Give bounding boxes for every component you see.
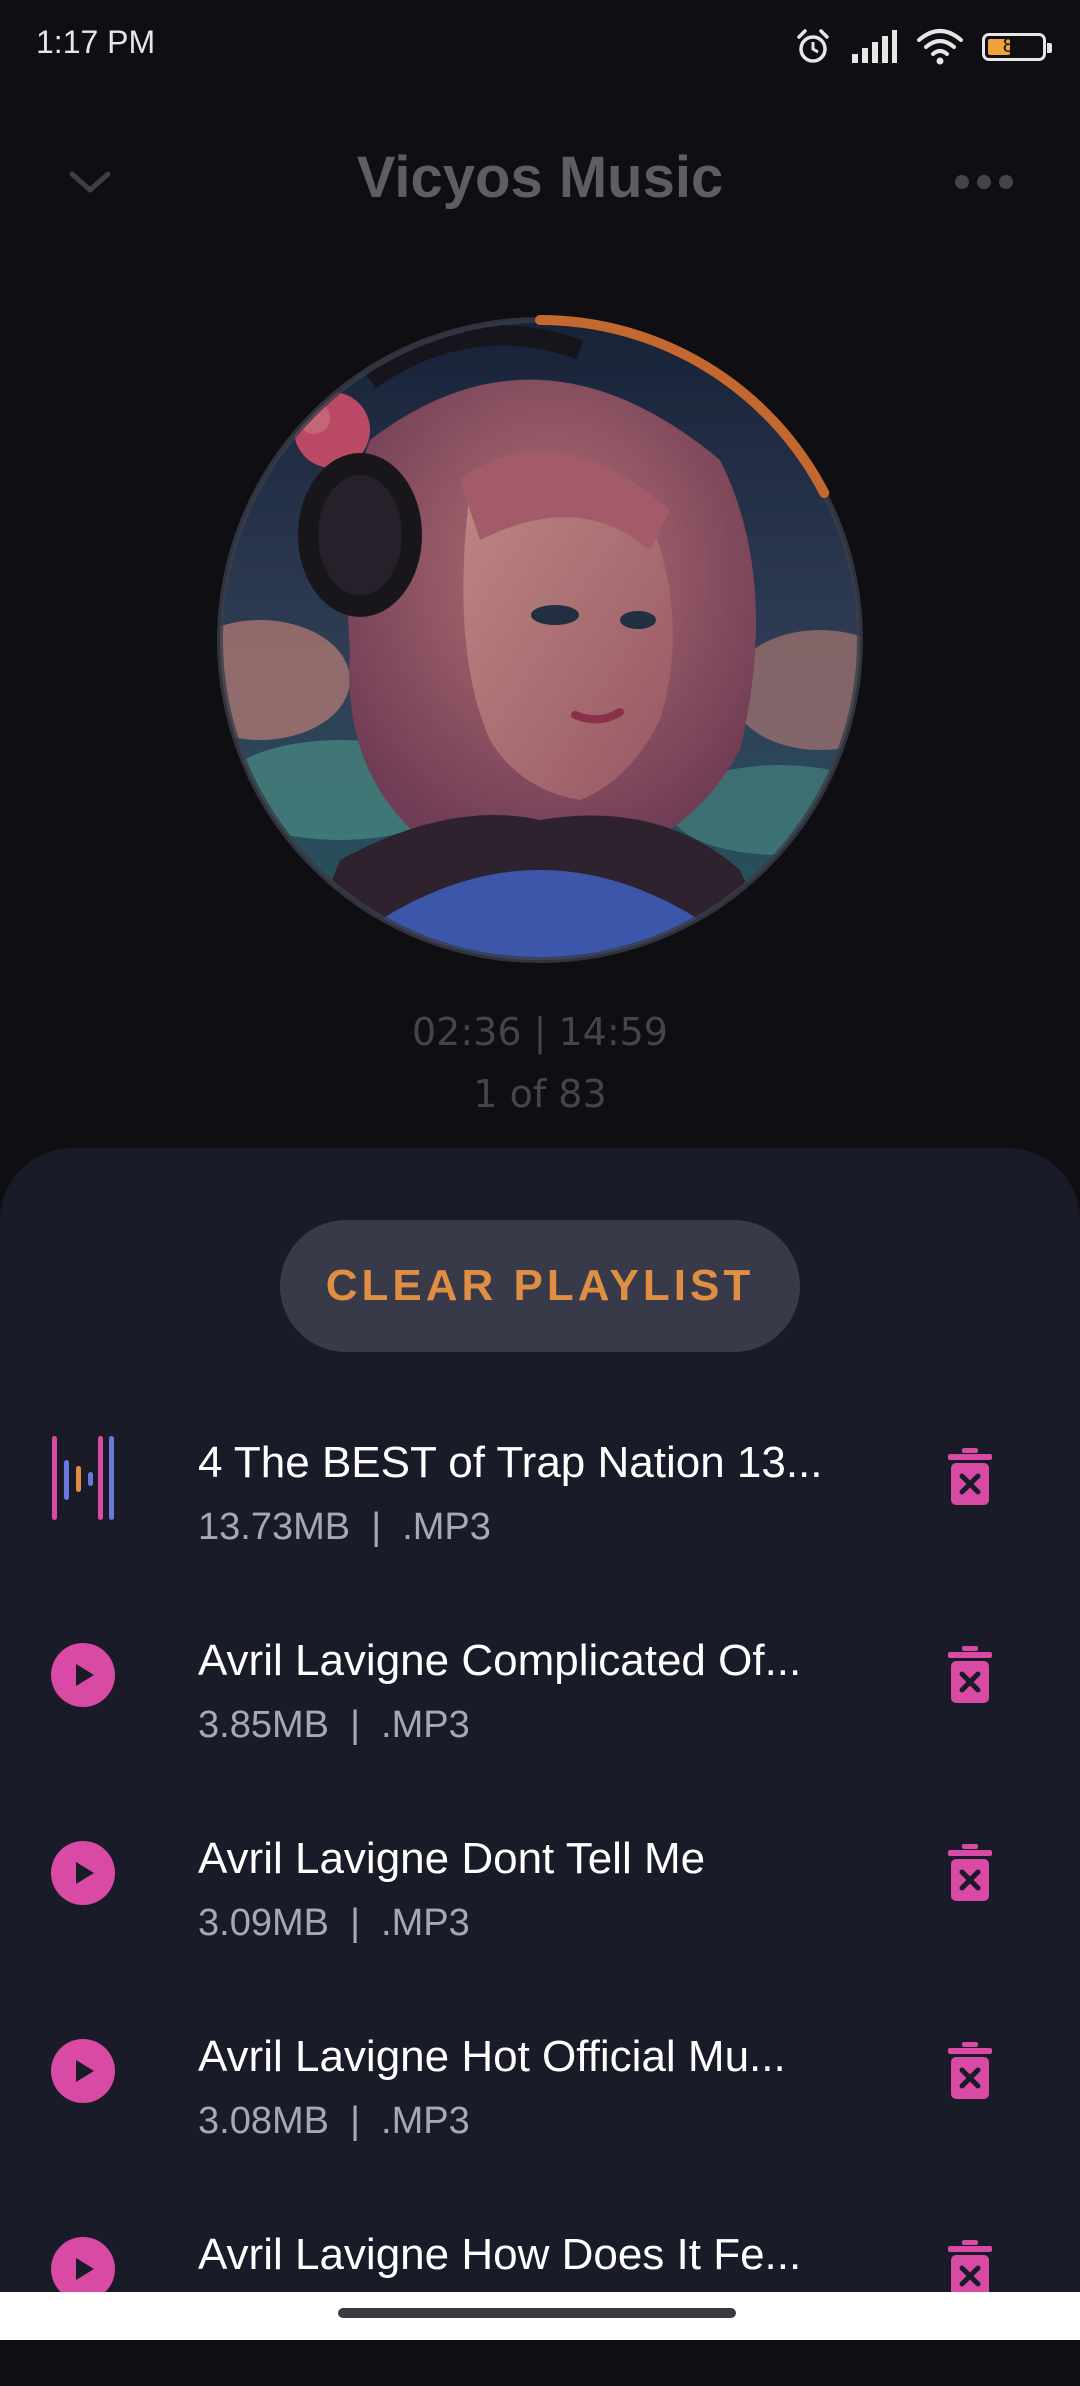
signal-icon: [852, 30, 897, 63]
song-meta: 3.09MB | .MP3: [198, 1902, 470, 1944]
delete-button[interactable]: [948, 2240, 992, 2298]
clear-playlist-button[interactable]: CLEAR PLAYLIST: [280, 1220, 800, 1352]
header: Vicyos Music: [0, 120, 1080, 240]
home-indicator[interactable]: [338, 2308, 736, 2318]
song-title: Avril Lavigne Hot Official Mu...: [198, 2032, 786, 2081]
status-bar: 1:17 PM 80: [0, 0, 1080, 92]
playlist-item[interactable]: Avril Lavigne How Does It Fe...: [0, 2188, 1080, 2386]
song-meta: 3.85MB | .MP3: [198, 1704, 470, 1746]
app-title: Vicyos Music: [356, 145, 724, 210]
song-title: Avril Lavigne How Does It Fe...: [198, 2230, 802, 2279]
more-horizontal-icon: [955, 175, 969, 189]
delete-button[interactable]: [948, 1646, 992, 1704]
more-options-button[interactable]: [944, 162, 1024, 202]
song-meta: 3.08MB | .MP3: [198, 2100, 470, 2142]
battery-icon: 80: [982, 33, 1052, 61]
trash-icon: [948, 1646, 992, 1703]
time-readout: 02:36 | 14:59: [412, 1010, 668, 1054]
status-time: 1:17 PM: [36, 24, 156, 60]
alarm-icon: [797, 29, 829, 63]
play-button[interactable]: [50, 1840, 116, 1906]
trash-icon: [948, 2042, 992, 2099]
track-position: 1 of 83: [473, 1072, 607, 1116]
play-icon: [51, 1643, 115, 1707]
play-icon: [51, 2039, 115, 2103]
song-title: Avril Lavigne Complicated Of...: [198, 1636, 802, 1685]
delete-button[interactable]: [948, 1448, 992, 1506]
status-icons: 80: [794, 22, 1052, 72]
delete-button[interactable]: [948, 2042, 992, 2100]
play-button[interactable]: [50, 1642, 116, 1708]
playlist-item[interactable]: Avril Lavigne Hot Official Mu... 3.08MB |…: [0, 1990, 1080, 2188]
battery-level: 80: [1002, 35, 1026, 57]
playlist-item[interactable]: Avril Lavigne Dont Tell Me 3.09MB | .MP3: [0, 1792, 1080, 1990]
progress-ring[interactable]: [212, 312, 868, 968]
trash-icon: [948, 1448, 992, 1505]
album-art-container[interactable]: [212, 312, 868, 968]
trash-icon: [948, 2240, 992, 2297]
song-title: Avril Lavigne Dont Tell Me: [198, 1834, 706, 1883]
song-title: 4 The BEST of Trap Nation 13...: [198, 1438, 823, 1487]
play-icon: [51, 1841, 115, 1905]
now-playing-indicator: [50, 1434, 116, 1522]
delete-button[interactable]: [948, 1844, 992, 1902]
song-meta: 13.73MB | .MP3: [198, 1506, 491, 1548]
playlist-item[interactable]: Avril Lavigne Complicated Of... 3.85MB | …: [0, 1594, 1080, 1792]
playlist-item[interactable]: 4 The BEST of Trap Nation 13... 13.73MB |…: [0, 1396, 1080, 1594]
play-button[interactable]: [50, 2038, 116, 2104]
playlist: 4 The BEST of Trap Nation 13... 13.73MB |…: [0, 1396, 1080, 2386]
equalizer-icon: [52, 1436, 114, 1520]
trash-icon: [948, 1844, 992, 1901]
wifi-icon: [917, 29, 963, 65]
playlist-sheet: CLEAR PLAYLIST 4 The BEST of Trap Nation…: [0, 1148, 1080, 2340]
